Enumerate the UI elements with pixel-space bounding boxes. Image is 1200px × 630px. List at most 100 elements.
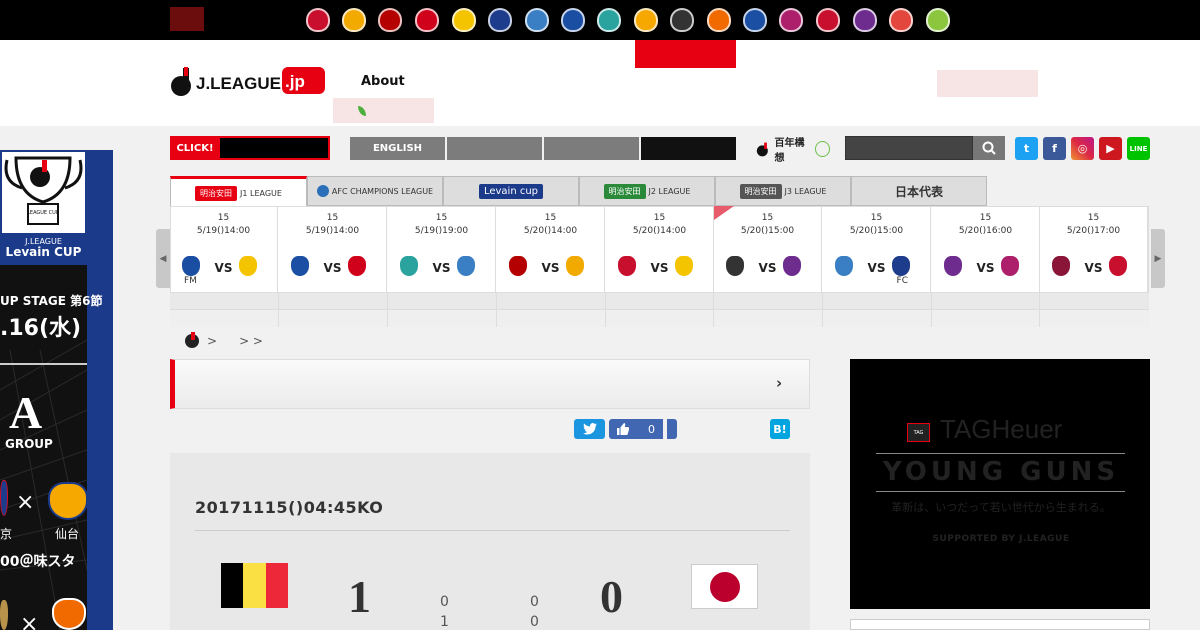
match-round: 15 — [217, 213, 230, 223]
club-crest-icon[interactable] — [889, 8, 913, 32]
match-cell[interactable]: 15 5/20()16:00 VS — [932, 206, 1040, 293]
home-icon[interactable] — [185, 332, 199, 348]
banner-time-venue: 00＠味スタ — [0, 554, 76, 570]
club-crest-icon[interactable] — [779, 8, 803, 32]
tab-j3[interactable]: 明治安田 J3 LEAGUE — [715, 176, 851, 206]
sidebar-box — [850, 619, 1150, 630]
match-vs: VS — [1084, 261, 1103, 275]
about-link[interactable]: About — [361, 74, 405, 89]
club-crest-icon[interactable] — [743, 8, 767, 32]
club-crest-icon[interactable] — [452, 8, 476, 32]
club-crest-icon[interactable] — [306, 8, 330, 32]
club-crest-icon[interactable] — [707, 8, 731, 32]
nav-item-2[interactable] — [447, 137, 542, 160]
match-cell[interactable]: 15 5/19()14:00 VS — [279, 206, 387, 293]
nav-english[interactable]: ENGLISH — [350, 137, 445, 160]
topbar-tab-2[interactable] — [205, 7, 239, 31]
club-crest-icon[interactable] — [597, 8, 621, 32]
match-datetime: 20171115()04:45KO — [195, 498, 384, 517]
hyakunen-link[interactable]: 百年構想 — [755, 138, 830, 164]
match-date: 5/20()14:00 — [632, 226, 687, 236]
club-crest-icon[interactable] — [853, 8, 877, 32]
facebook-like-button[interactable]: 0 — [609, 419, 663, 439]
hatena-bookmark-button[interactable]: B! — [770, 419, 790, 439]
away-team-crest-icon — [783, 256, 801, 276]
belgium-flag-icon — [221, 563, 288, 608]
away-team-crest-icon — [239, 256, 257, 276]
match-date: 5/20()17:00 — [1066, 226, 1121, 236]
tab-japan[interactable]: 日本代表 — [851, 176, 987, 206]
header-red-button[interactable] — [635, 40, 736, 68]
match-round: 15 — [870, 213, 883, 223]
topbar-tab-1[interactable] — [170, 7, 204, 31]
match-cell[interactable]: 15 5/20()14:00 VS — [497, 206, 605, 293]
club-crest-icon[interactable] — [525, 8, 549, 32]
match-date: 5/20()14:00 — [523, 226, 578, 236]
club-crest-icon[interactable] — [488, 8, 512, 32]
match-round: 15 — [435, 213, 448, 223]
banner-group-letter: A — [9, 387, 43, 438]
youtube-icon[interactable]: ▶ — [1099, 137, 1122, 160]
club-crest-icon[interactable] — [670, 8, 694, 32]
match-divider — [195, 530, 790, 531]
facebook-like-count: 0 — [648, 422, 655, 436]
strip-divider — [278, 293, 279, 327]
banner-date: .16(水) — [0, 316, 82, 341]
tab-levain-label: Levain cup — [478, 183, 544, 199]
hyakunen-label: 百年構想 — [774, 138, 805, 164]
club-crest-icon[interactable] — [378, 8, 402, 32]
tab-j2[interactable]: 明治安田 J2 LEAGUE — [579, 176, 715, 206]
club-crest-icon[interactable] — [415, 8, 439, 32]
banner-team-2: 仙台 — [55, 527, 80, 541]
ad-tagline: 革新は、いつだって若い世代から生まれる。 — [891, 501, 1111, 514]
ad-rule-top — [876, 453, 1125, 454]
cup-badge-text: LEAGUE CUP — [27, 210, 59, 216]
club-crest-icon[interactable] — [342, 8, 366, 32]
match-cell[interactable]: 15 5/20()15:00 VS — [714, 206, 822, 293]
twitter-icon[interactable]: t — [1015, 137, 1038, 160]
strip-next-button[interactable]: ▶ — [1151, 229, 1165, 288]
match-vs: VS — [214, 261, 233, 275]
nav-item-3[interactable] — [544, 137, 639, 160]
nav-item-4[interactable] — [641, 137, 736, 160]
tab-acl-label: AFC CHAMPIONS LEAGUE — [331, 186, 434, 196]
club-crest-icon[interactable] — [926, 8, 950, 32]
headline-bar[interactable] — [170, 359, 810, 409]
fc-tokyo-crest-icon — [0, 480, 8, 516]
tweet-button[interactable] — [574, 419, 605, 439]
facebook-icon[interactable]: f — [1043, 137, 1066, 160]
match-date: 5/19()14:00 — [305, 226, 360, 236]
home-second-half-score: 1 — [440, 614, 449, 630]
strip-divider — [822, 293, 823, 327]
strip-divider — [387, 293, 388, 327]
match-cell[interactable]: 15 5/19()19:00 VS — [388, 206, 496, 293]
tab-j3-label: J3 LEAGUE — [784, 186, 827, 196]
match-cell[interactable]: 15 5/20()17:00 VS — [1040, 206, 1148, 293]
match-vs: VS — [323, 261, 342, 275]
jleague-logo[interactable]: J.LEAGUE .jp — [170, 64, 330, 98]
search-input[interactable] — [845, 136, 973, 160]
match-cell[interactable]: 15 5/19()14:00 VS FM — [170, 206, 278, 293]
away-score: 0 — [600, 571, 623, 622]
header-eco-link[interactable] — [333, 98, 434, 123]
match-date: 5/20()16:00 — [958, 226, 1013, 236]
line-icon[interactable]: LINE — [1127, 137, 1150, 160]
club-crest-icon[interactable] — [561, 8, 585, 32]
away-team-crest-icon — [457, 256, 475, 276]
search-button[interactable] — [973, 136, 1005, 160]
instagram-icon[interactable]: ◎ — [1071, 137, 1094, 160]
tab-j1[interactable]: 明治安田 J1 LEAGUE — [170, 176, 307, 207]
away-team-abbr: FC — [896, 276, 908, 286]
match-cell[interactable]: 15 5/20()14:00 VS — [606, 206, 714, 293]
match-cell[interactable]: 15 5/20()15:00 VS FC — [823, 206, 931, 293]
club-crest-icon[interactable] — [816, 8, 840, 32]
ad-rule-bottom — [876, 491, 1125, 492]
tab-levain[interactable]: Levain cup — [443, 176, 579, 206]
topbar-tab-3[interactable] — [240, 7, 274, 31]
click-text — [224, 136, 328, 160]
header-login-button[interactable] — [937, 70, 1038, 97]
tab-acl[interactable]: AFC CHAMPIONS LEAGUE — [307, 176, 443, 206]
away-team-crest-icon — [566, 256, 584, 276]
strip-prev-button[interactable]: ◀ — [156, 229, 170, 288]
club-crest-icon[interactable] — [634, 8, 658, 32]
